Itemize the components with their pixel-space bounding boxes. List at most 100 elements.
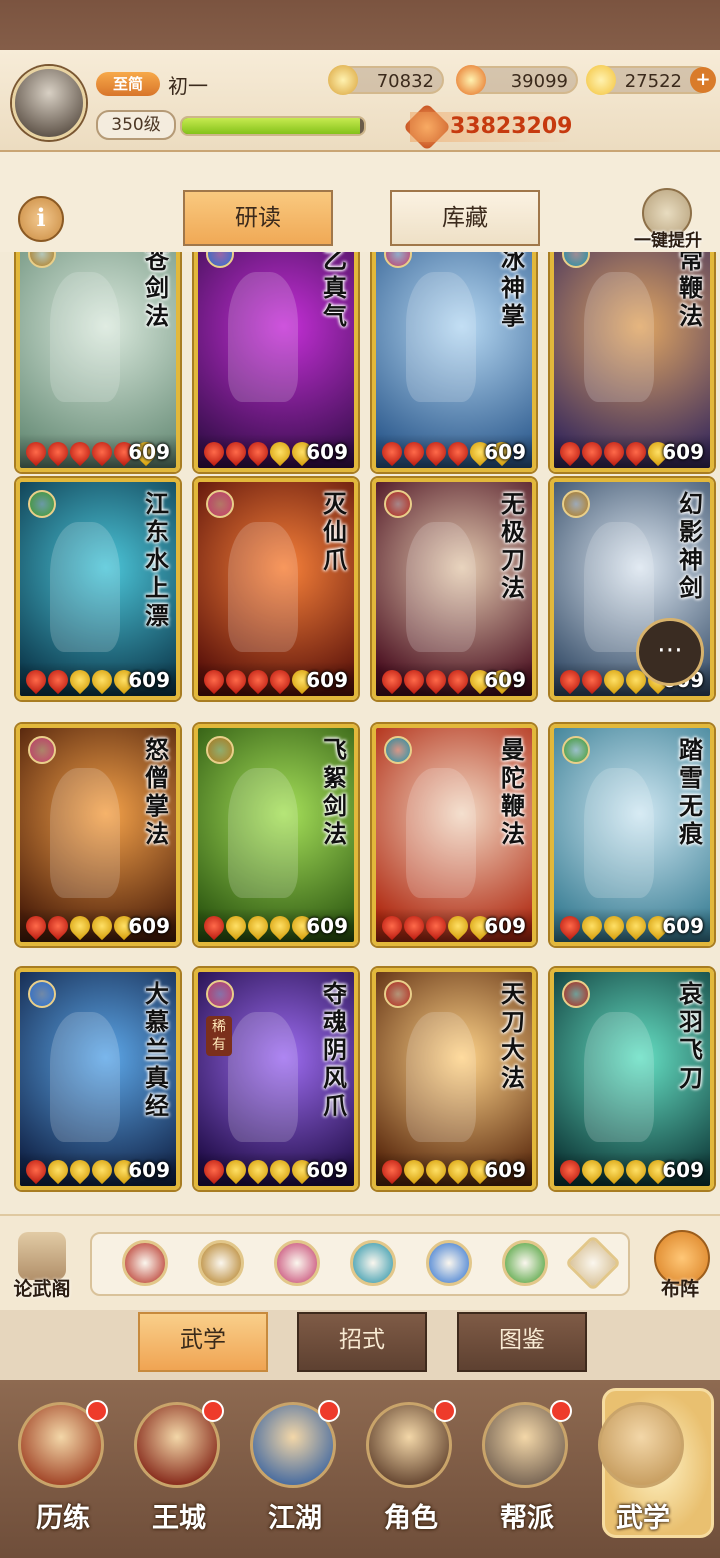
red-star-icon [21,1155,51,1185]
blade-school-icon[interactable] [122,1240,168,1286]
skill-card-level: 609 [484,668,526,692]
star-rating [377,911,495,941]
subtab-moves[interactable]: 招式 [297,1312,427,1372]
red-star-icon [377,437,407,467]
skill-card-title: 踏雪无痕 [679,735,703,848]
skill-card[interactable]: 怒僧掌法 609 [16,724,180,946]
warrior-figure [50,768,120,898]
gold-star-icon [599,911,629,941]
palm-school-icon[interactable] [274,1240,320,1286]
warrior-figure [228,1012,298,1142]
skill-card[interactable]: 大慕兰真经 609 [16,968,180,1190]
skill-card[interactable]: 灭仙爪 609 [194,478,358,700]
gold-star-icon [577,911,607,941]
gold-star-icon [65,665,95,695]
fan-school-icon[interactable] [350,1240,396,1286]
red-star-icon [199,665,229,695]
plus-icon[interactable]: + [690,67,716,93]
red-star-icon [265,665,295,695]
step-school-icon[interactable] [502,1240,548,1286]
red-star-icon [243,665,273,695]
gold-star-icon [577,1155,607,1185]
player-name: 初一 [168,74,208,98]
red-star-icon [443,437,473,467]
nav-item-5[interactable]: 帮派 [472,1392,582,1542]
notification-dot [86,1400,108,1422]
red-star-icon [399,437,429,467]
sword-school-icon[interactable] [198,1240,244,1286]
nav-label: 角色 [384,1503,438,1534]
skill-card-title: 寒冰神掌 [501,252,525,330]
subtab-martial[interactable]: 武学 [138,1312,268,1372]
gold-star-icon [243,911,273,941]
gold-star-icon [265,437,295,467]
red-star-icon [443,665,473,695]
warrior-figure [228,522,298,652]
red-star-icon [377,911,407,941]
gold-star-icon [399,1155,429,1185]
skill-card[interactable]: 寒苍剑法 609 [16,252,180,472]
skill-card-level: 609 [128,914,170,938]
gold-star-icon [421,1155,451,1185]
gold-star-icon [87,1155,117,1185]
red-star-icon [65,437,95,467]
warrior-figure [50,522,120,652]
gold-star-icon [621,911,651,941]
warrior-figure [406,1012,476,1142]
nav-item-2[interactable]: 王城 [124,1392,234,1542]
gold-star-icon [87,665,117,695]
skill-card-title: 江东水上漂 [145,489,169,630]
blade-school-icon [384,490,412,518]
skill-card[interactable]: 无常鞭法 609 [550,252,714,472]
star-rating [555,1155,673,1185]
nav-icon [598,1402,684,1488]
fire-value: 39099 [510,71,568,92]
warrior-figure [50,1012,120,1142]
skill-card[interactable]: 曼陀鞭法 609 [372,724,536,946]
gold-star-icon [599,1155,629,1185]
subtab-atlas[interactable]: 图鉴 [457,1312,587,1372]
gold-star-icon [87,911,117,941]
sword-school-icon [562,490,590,518]
avatar[interactable] [12,66,86,140]
nav-item-4[interactable]: 角色 [356,1392,466,1542]
warrior-figure [50,272,120,402]
ingot-counter[interactable]: 27522 + [586,65,716,95]
skill-card-level: 609 [128,1158,170,1182]
red-star-icon [555,437,585,467]
warrior-figure [584,272,654,402]
chat-bubble-icon[interactable]: ⋯ [636,618,704,686]
nav-item-3[interactable]: 江湖 [240,1392,350,1542]
tab-collection[interactable]: 库藏 [390,190,540,246]
red-star-icon [399,911,429,941]
gold-star-icon [621,1155,651,1185]
tab-study[interactable]: 研读 [183,190,333,246]
yinyang-school-icon[interactable] [426,1240,472,1286]
skill-card[interactable]: 飞絮剑法 609 [194,724,358,946]
skill-card[interactable]: 太乙真气 609 [194,252,358,472]
red-star-icon [421,911,451,941]
copper-counter[interactable]: 70832 [328,65,444,95]
star-rating [377,1155,495,1185]
info-button[interactable]: i [18,196,64,242]
skill-card-title: 寒苍剑法 [145,252,169,330]
skill-card[interactable]: 无极刀法 609 [372,478,536,700]
red-star-icon [399,665,429,695]
star-rating [555,911,673,941]
formation-label: 布阵 [660,1278,699,1300]
skill-card[interactable]: 江东水上漂 609 [16,478,180,700]
skill-card[interactable]: 天刀大法 609 [372,968,536,1190]
palm-school-icon [28,736,56,764]
skill-card[interactable]: 寒冰神掌 609 [372,252,536,472]
skill-card[interactable]: 踏雪无痕 609 [550,724,714,946]
skill-card[interactable]: 哀羽飞刀 609 [550,968,714,1190]
nav-item-1[interactable]: 历练 [8,1392,118,1542]
skill-card-level: 609 [306,1158,348,1182]
palm-school-icon [206,980,234,1008]
fire-counter[interactable]: 39099 [456,65,578,95]
nav-item-6[interactable]: 武学 [588,1392,698,1542]
skill-card[interactable]: 夺魂阴风爪 稀有 609 [194,968,358,1190]
warrior-figure [406,768,476,898]
upgrade-all-label: 一键提升 [634,231,702,251]
skill-card-level: 609 [306,914,348,938]
